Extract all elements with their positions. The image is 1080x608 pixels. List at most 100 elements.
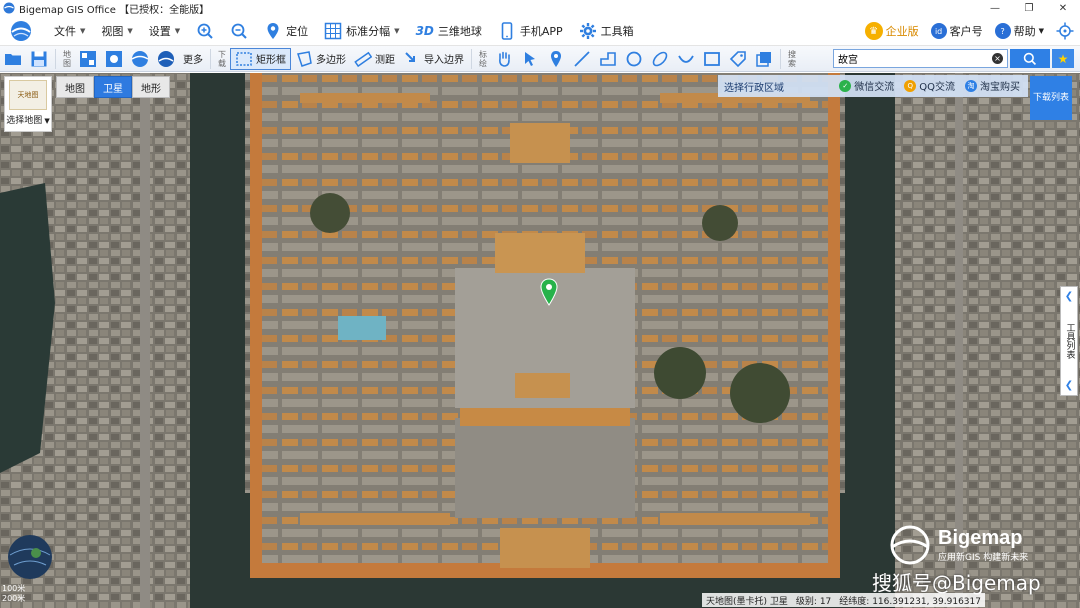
- polyline-icon: [600, 51, 616, 66]
- draw-arc-button[interactable]: [673, 48, 699, 70]
- locate-button[interactable]: 定位: [256, 16, 316, 46]
- hand-icon: [499, 51, 510, 67]
- separator: [210, 48, 211, 69]
- mobile-app-label: 手机APP: [519, 24, 563, 38]
- map-source-button-2[interactable]: [101, 48, 127, 70]
- overview-globe[interactable]: 100米 200米: [2, 533, 58, 607]
- clear-search-icon[interactable]: ×: [992, 53, 1003, 64]
- zoom-out-icon: [231, 23, 247, 39]
- map-type-tabs: 地图 卫星 地形: [56, 76, 170, 98]
- favorites-button[interactable]: ★: [1052, 49, 1074, 68]
- globe-3d-label: 三维地球: [437, 24, 482, 38]
- pan-button[interactable]: [491, 48, 517, 70]
- download-list-button[interactable]: 下载列表: [1030, 76, 1072, 120]
- polygon-select-icon: [297, 50, 312, 67]
- zoom-in-icon: [197, 23, 213, 39]
- search-button[interactable]: [1010, 49, 1050, 68]
- standard-tiles-label: 标准分幅: [346, 24, 391, 38]
- zoom-out-button[interactable]: [222, 16, 256, 46]
- taobao-icon: 淘: [965, 79, 977, 92]
- select-pointer-button[interactable]: [517, 48, 543, 70]
- standard-tiles-button[interactable]: 标准分幅 ▼: [316, 16, 407, 46]
- region-bar: 选择行政区域 ✓ 微信交流 Q QQ交流 淘淘宝购买: [718, 75, 1028, 97]
- import-boundary-button[interactable]: 导入边界: [399, 48, 468, 70]
- map-source-selector[interactable]: 天地图 选择地图 ▼: [4, 76, 52, 132]
- qq-label: QQ交流: [919, 82, 955, 93]
- select-region-button[interactable]: 选择行政区域: [724, 79, 784, 94]
- title-bar: Bigemap GIS Office 【已授权：全能版】 — ❐ ✕: [0, 0, 1080, 16]
- locate-label: 定位: [286, 24, 309, 38]
- draw-line-button[interactable]: [569, 48, 595, 70]
- save-button[interactable]: [26, 48, 52, 70]
- wechat-link[interactable]: ✓ 微信交流: [839, 78, 894, 93]
- toolbox-button[interactable]: 工具箱: [571, 16, 642, 46]
- crosshair-button[interactable]: [1050, 22, 1080, 40]
- tag-icon: [729, 50, 746, 67]
- tab-terrain[interactable]: 地形: [132, 76, 170, 98]
- app-logo-icon: [3, 2, 15, 14]
- separator: [780, 48, 781, 69]
- qq-link[interactable]: Q QQ交流: [904, 78, 955, 93]
- tab-satellite[interactable]: 卫星: [94, 76, 132, 98]
- map-source-button-4[interactable]: [153, 48, 179, 70]
- draw-rectangle-button[interactable]: [699, 48, 725, 70]
- add-point-button[interactable]: [543, 48, 569, 70]
- map-view[interactable]: 天地图 选择地图 ▼ 地图 卫星 地形 选择行政区域 ✓ 微信交流 Q QQ交流 淘…: [0, 73, 1080, 608]
- satellite-map-icon: [106, 50, 122, 67]
- open-folder-button[interactable]: [0, 48, 26, 70]
- globe-3d-button[interactable]: 3D 三维地球: [408, 16, 490, 46]
- zoom-in-button[interactable]: [188, 16, 222, 46]
- menu-view[interactable]: 视图 ▼: [93, 16, 140, 46]
- tab-map[interactable]: 地图: [56, 76, 94, 98]
- draw-polyline-button[interactable]: [595, 48, 621, 70]
- polygon-select-label: 多边形: [316, 55, 346, 66]
- enterprise-label: 企业版: [885, 25, 919, 38]
- tool-list-panel[interactable]: ❮ 工具列表 ❮: [1060, 286, 1078, 396]
- help-button[interactable]: ? 帮助 ▼: [989, 23, 1050, 39]
- account-label: 客户号: [949, 25, 983, 38]
- map-grid-icon: [80, 50, 96, 67]
- wechat-label: 微信交流: [854, 82, 895, 93]
- chevron-down-icon: ▼: [127, 26, 133, 35]
- import-icon: [405, 51, 415, 62]
- search-group-label: 搜索: [788, 49, 796, 68]
- phone-icon: [501, 21, 513, 40]
- more-button[interactable]: 更多: [179, 48, 207, 70]
- bigemap-logo-icon[interactable]: [10, 20, 32, 42]
- tool-bar: 地图 更多 下载 矩形框 多边形 测距 导入边界 标绘 搜索 × ★: [0, 46, 1080, 72]
- account-button[interactable]: id 客户号: [925, 23, 989, 39]
- map-source-button-3[interactable]: [127, 48, 153, 70]
- enterprise-button[interactable]: ♛ 企业版: [859, 16, 925, 46]
- separator: [55, 48, 56, 69]
- rectangle-select-button[interactable]: 矩形框: [230, 47, 291, 70]
- menu-file[interactable]: 文件 ▼: [46, 16, 93, 46]
- minimize-button[interactable]: —: [978, 0, 1012, 16]
- mobile-app-button[interactable]: 手机APP: [490, 16, 571, 46]
- draw-ellipse-button[interactable]: [647, 48, 673, 70]
- polygon-select-button[interactable]: 多边形: [291, 48, 350, 70]
- ruler-icon: [354, 51, 372, 67]
- chevron-left-icon[interactable]: ❮: [1065, 291, 1073, 302]
- maximize-button[interactable]: ❐: [1012, 0, 1046, 16]
- measure-button[interactable]: 测距: [350, 48, 399, 70]
- taobao-link[interactable]: 淘淘宝购买: [965, 78, 1020, 93]
- menu-settings[interactable]: 设置 ▼: [141, 16, 188, 46]
- draw-circle-button[interactable]: [621, 48, 647, 70]
- status-bar: 天地图(墨卡托) 卫星 级别: 17 经纬度: 116.391231, 39.9…: [702, 593, 985, 607]
- location-pin-icon: [267, 22, 279, 39]
- location-marker-icon[interactable]: [539, 278, 559, 306]
- chevron-down-icon: ▼: [174, 26, 181, 35]
- chevron-left-icon[interactable]: ❮: [1065, 380, 1073, 391]
- watermark-brand: Bigemap: [938, 527, 1023, 549]
- label-button[interactable]: [725, 48, 751, 70]
- ellipse-icon: [652, 51, 668, 66]
- select-map-label: 选择地图 ▼: [6, 113, 50, 126]
- close-button[interactable]: ✕: [1046, 0, 1080, 16]
- layers-button[interactable]: [751, 48, 777, 70]
- map-source-button-1[interactable]: [75, 48, 101, 70]
- search-input[interactable]: [838, 53, 988, 64]
- grid-icon: [324, 22, 342, 39]
- circle-icon: [626, 51, 642, 66]
- rectangle-select-label: 矩形框: [256, 55, 286, 66]
- help-label: 帮助: [1013, 25, 1036, 38]
